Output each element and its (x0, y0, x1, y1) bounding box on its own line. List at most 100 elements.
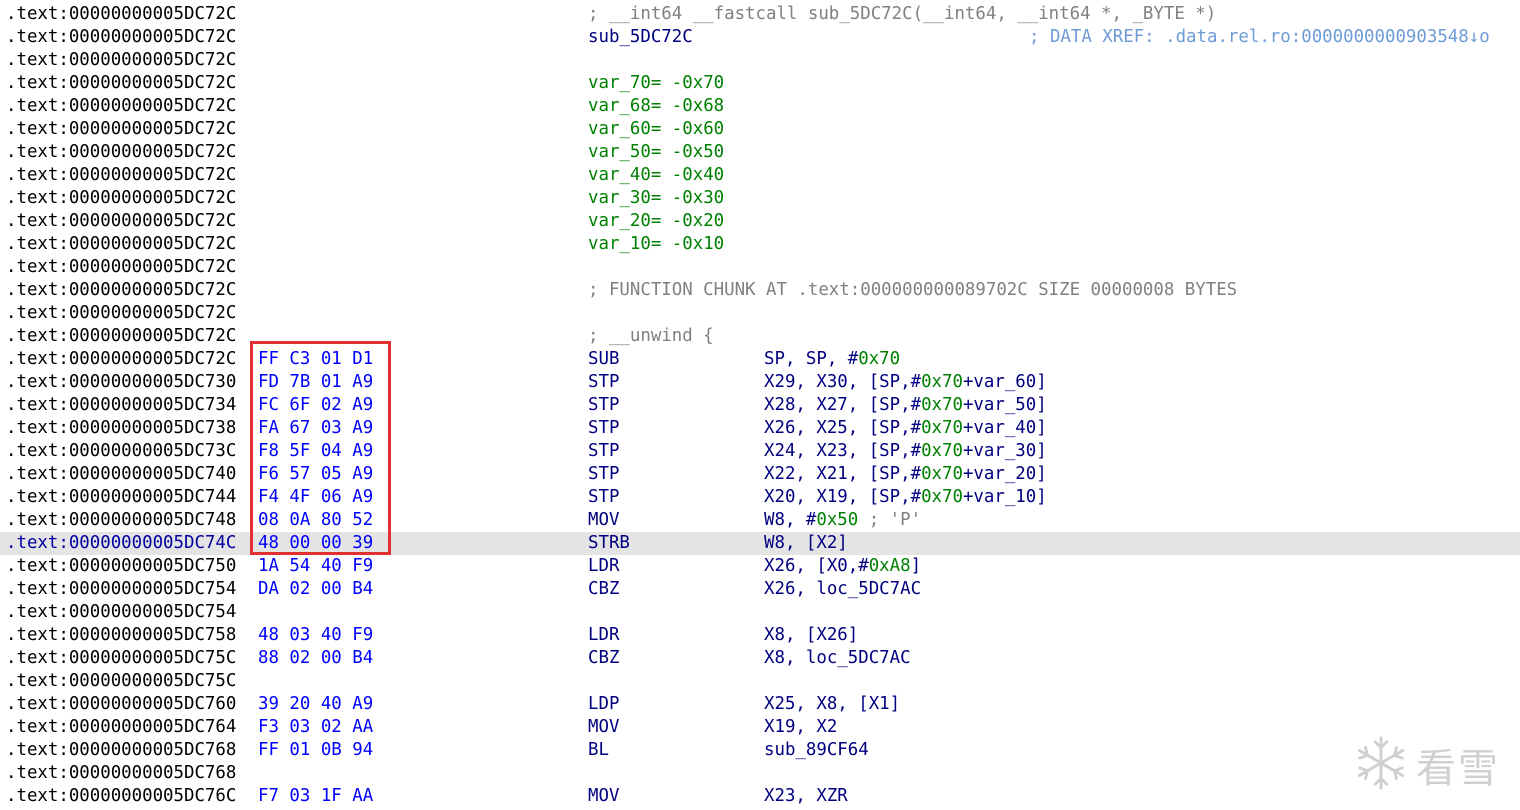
address[interactable]: .text:00000000005DC72C (6, 210, 236, 233)
operands[interactable]: X22, X21, [SP,#0x70+var_20] (764, 463, 1047, 486)
address[interactable]: .text:00000000005DC72C (6, 118, 236, 141)
operands[interactable]: W8, #0x50 ; 'P' (764, 509, 921, 532)
listing-line[interactable]: .text:00000000005DC72C sub_5DC72C ; DATA X… (0, 26, 1520, 49)
operands[interactable]: X8, [X26] (764, 624, 858, 647)
operands[interactable]: X25, X8, [X1] (764, 693, 900, 716)
listing-line[interactable]: .text:00000000005DC740 F6 57 05 A9 STP X22,… (0, 463, 1520, 486)
listing-line[interactable]: .text:00000000005DC72C var_70= -0x70 (0, 72, 1520, 95)
address[interactable]: .text:00000000005DC754 (6, 578, 236, 601)
address[interactable]: .text:00000000005DC72C (6, 256, 236, 279)
stack-var-name[interactable]: var_50= (588, 142, 661, 162)
listing-line[interactable]: .text:00000000005DC760 39 20 40 A9 LDP X25,… (0, 693, 1520, 716)
address[interactable]: .text:00000000005DC72C (6, 3, 236, 26)
listing-line[interactable]: .text:00000000005DC73C F8 5F 04 A9 STP X24,… (0, 440, 1520, 463)
mnemonic[interactable]: STP (588, 486, 619, 509)
listing-line[interactable]: .text:00000000005DC72C FF C3 01 D1 SUB SP, … (0, 348, 1520, 371)
operands[interactable]: X26, loc_5DC7AC (764, 578, 921, 601)
operands[interactable]: W8, [X2] (764, 532, 848, 555)
listing-line[interactable]: .text:00000000005DC72C (0, 256, 1520, 279)
operands[interactable]: X19, X2 (764, 716, 837, 739)
address[interactable]: .text:00000000005DC768 (6, 739, 236, 762)
listing-line[interactable]: .text:00000000005DC750 1A 54 40 F9 LDR X26,… (0, 555, 1520, 578)
stack-var-name[interactable]: var_68= (588, 96, 661, 116)
operands[interactable]: X29, X30, [SP,#0x70+var_60] (764, 371, 1047, 394)
mnemonic[interactable]: STP (588, 371, 619, 394)
address[interactable]: .text:00000000005DC764 (6, 716, 236, 739)
address[interactable]: .text:00000000005DC73C (6, 440, 236, 463)
listing-line[interactable]: .text:00000000005DC72C ; __int64 __fastca… (0, 3, 1520, 26)
address[interactable]: .text:00000000005DC72C (6, 72, 236, 95)
listing-line[interactable]: .text:00000000005DC748 08 0A 80 52 MOV W8, … (0, 509, 1520, 532)
listing-line[interactable]: .text:00000000005DC75C 88 02 00 B4 CBZ X8, … (0, 647, 1520, 670)
mnemonic[interactable]: CBZ (588, 578, 619, 601)
listing-line[interactable]: .text:00000000005DC72C var_60= -0x60 (0, 118, 1520, 141)
operands[interactable]: X26, X25, [SP,#0x70+var_40] (764, 417, 1047, 440)
listing-line[interactable]: .text:00000000005DC754 (0, 601, 1520, 624)
listing-line[interactable]: .text:00000000005DC74C 48 00 00 39 STRB W8,… (0, 532, 1520, 555)
stack-var-name[interactable]: var_30= (588, 188, 661, 208)
mnemonic[interactable]: LDP (588, 693, 619, 716)
listing-line[interactable]: .text:00000000005DC72C var_68= -0x68 (0, 95, 1520, 118)
listing-line[interactable]: .text:00000000005DC764 F3 03 02 AA MOV X19,… (0, 716, 1520, 739)
listing-line[interactable]: .text:00000000005DC72C (0, 302, 1520, 325)
stack-var-name[interactable]: var_10= (588, 234, 661, 254)
listing-line[interactable]: .text:00000000005DC768 FF 01 0B 94 BL sub_8… (0, 739, 1520, 762)
address[interactable]: .text:00000000005DC72C (6, 49, 236, 72)
operands[interactable]: X26, [X0,#0xA8] (764, 555, 921, 578)
listing-line[interactable]: .text:00000000005DC72C (0, 49, 1520, 72)
listing-line[interactable]: .text:00000000005DC76C F7 03 1F AA MOV X23,… (0, 785, 1520, 808)
listing-line[interactable]: .text:00000000005DC758 48 03 40 F9 LDR X8, … (0, 624, 1520, 647)
stack-var-name[interactable]: var_60= (588, 119, 661, 139)
address[interactable]: .text:00000000005DC72C (6, 348, 236, 371)
mnemonic[interactable]: STP (588, 417, 619, 440)
mnemonic[interactable]: MOV (588, 716, 619, 739)
address[interactable]: .text:00000000005DC72C (6, 302, 236, 325)
address[interactable]: .text:00000000005DC754 (6, 601, 236, 624)
address[interactable]: .text:00000000005DC758 (6, 624, 236, 647)
operands[interactable]: X8, loc_5DC7AC (764, 647, 911, 670)
listing-line[interactable]: .text:00000000005DC744 F4 4F 06 A9 STP X20,… (0, 486, 1520, 509)
address[interactable]: .text:00000000005DC75C (6, 647, 236, 670)
address[interactable]: .text:00000000005DC76C (6, 785, 236, 808)
mnemonic[interactable]: SUB (588, 348, 619, 371)
mnemonic[interactable]: LDR (588, 555, 619, 578)
mnemonic[interactable]: CBZ (588, 647, 619, 670)
listing-line[interactable]: .text:00000000005DC768 (0, 762, 1520, 785)
address[interactable]: .text:00000000005DC748 (6, 509, 236, 532)
listing-line[interactable]: .text:00000000005DC72C ; __unwind { (0, 325, 1520, 348)
address[interactable]: .text:00000000005DC760 (6, 693, 236, 716)
listing-line[interactable]: .text:00000000005DC72C var_10= -0x10 (0, 233, 1520, 256)
address[interactable]: .text:00000000005DC738 (6, 417, 236, 440)
address[interactable]: .text:00000000005DC72C (6, 279, 236, 302)
address[interactable]: .text:00000000005DC768 (6, 762, 236, 785)
listing-line[interactable]: .text:00000000005DC730 FD 7B 01 A9 STP X29,… (0, 371, 1520, 394)
address[interactable]: .text:00000000005DC72C (6, 187, 236, 210)
listing-line[interactable]: .text:00000000005DC72C var_50= -0x50 (0, 141, 1520, 164)
address[interactable]: .text:00000000005DC750 (6, 555, 236, 578)
stack-var-name[interactable]: var_70= (588, 73, 661, 93)
mnemonic[interactable]: STP (588, 440, 619, 463)
address[interactable]: .text:00000000005DC730 (6, 371, 236, 394)
operands[interactable]: X23, XZR (764, 785, 848, 808)
listing-line[interactable]: .text:00000000005DC734 FC 6F 02 A9 STP X28,… (0, 394, 1520, 417)
address[interactable]: .text:00000000005DC72C (6, 325, 236, 348)
address[interactable]: .text:00000000005DC72C (6, 164, 236, 187)
address[interactable]: .text:00000000005DC75C (6, 670, 236, 693)
listing-line[interactable]: .text:00000000005DC72C var_30= -0x30 (0, 187, 1520, 210)
mnemonic[interactable]: MOV (588, 509, 619, 532)
listing-line[interactable]: .text:00000000005DC72C ; FUNCTION CHUNK A… (0, 279, 1520, 302)
disassembly-listing[interactable]: .text:00000000005DC72C ; __int64 __fastca… (0, 3, 1520, 808)
stack-var-name[interactable]: var_20= (588, 211, 661, 231)
mnemonic[interactable]: BL (588, 739, 609, 762)
listing-line[interactable]: .text:00000000005DC75C (0, 670, 1520, 693)
address[interactable]: .text:00000000005DC72C (6, 95, 236, 118)
address[interactable]: .text:00000000005DC744 (6, 486, 236, 509)
function-label[interactable]: sub_5DC72C (588, 26, 693, 49)
operands[interactable]: X20, X19, [SP,#0x70+var_10] (764, 486, 1047, 509)
mnemonic[interactable]: STP (588, 394, 619, 417)
listing-line[interactable]: .text:00000000005DC72C var_40= -0x40 (0, 164, 1520, 187)
address[interactable]: .text:00000000005DC72C (6, 141, 236, 164)
operands[interactable]: sub_89CF64 (764, 739, 869, 762)
mnemonic[interactable]: MOV (588, 785, 619, 808)
operands[interactable]: X24, X23, [SP,#0x70+var_30] (764, 440, 1047, 463)
